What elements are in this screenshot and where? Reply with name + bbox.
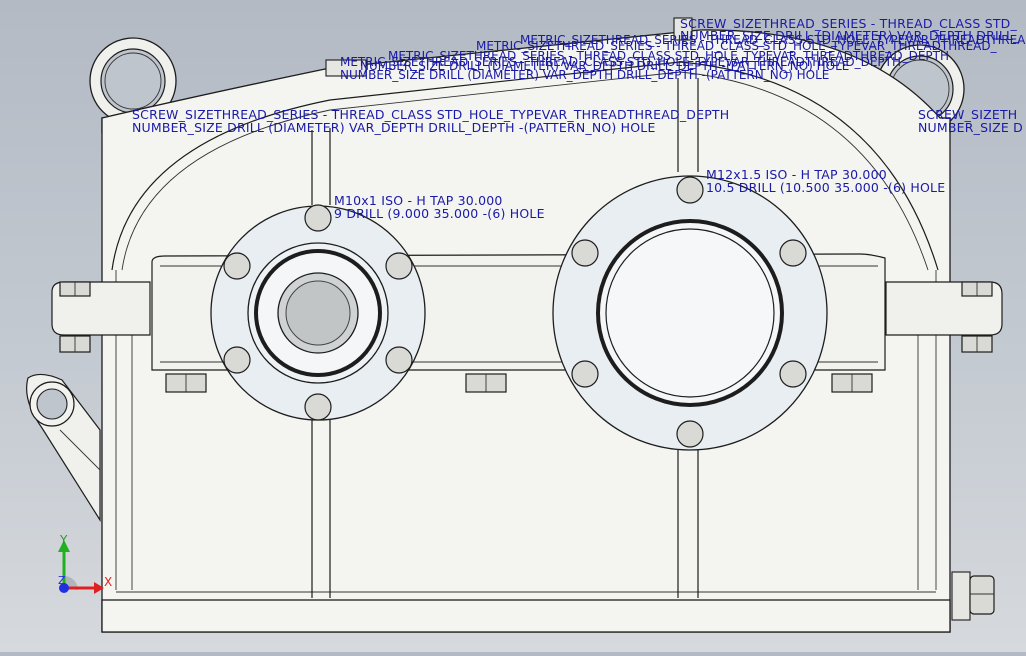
cad-viewport[interactable]: SCREW_SIZETHREAD_SERIES - THREAD_CLASS S… bbox=[0, 0, 1026, 652]
y-axis-label: Y bbox=[59, 533, 68, 547]
annotation-metric-4: NUMBER_SIZE DRILL (DIAMETER) VAR_DEPTH D… bbox=[340, 68, 829, 82]
annotation-metric-1b: METRIC_SIZETHREAD_SERIES - THREAD_CLASS … bbox=[520, 33, 1026, 47]
annotation-right-edge-2: NUMBER_SIZE D bbox=[918, 120, 1023, 135]
bearing-cover-left bbox=[210, 204, 426, 421]
gearbox-model: SCREW_SIZETHREAD_SERIES - THREAD_CLASS S… bbox=[26, 16, 1026, 633]
hole-callout-right-2: 10.5 DRILL (10.500 35.000 -(6) HOLE bbox=[706, 180, 945, 195]
bearing-cover-right bbox=[552, 175, 828, 451]
drain-plug bbox=[951, 571, 995, 621]
x-axis-label: X bbox=[104, 575, 112, 589]
z-axis-label: Z bbox=[58, 574, 66, 587]
hole-callout-left-2: 9 DRILL (9.000 35.000 -(6) HOLE bbox=[334, 206, 545, 221]
annotation-left-2: NUMBER_SIZE DRILL (DIAMETER) VAR_DEPTH D… bbox=[132, 120, 656, 135]
side-lug bbox=[26, 373, 101, 523]
